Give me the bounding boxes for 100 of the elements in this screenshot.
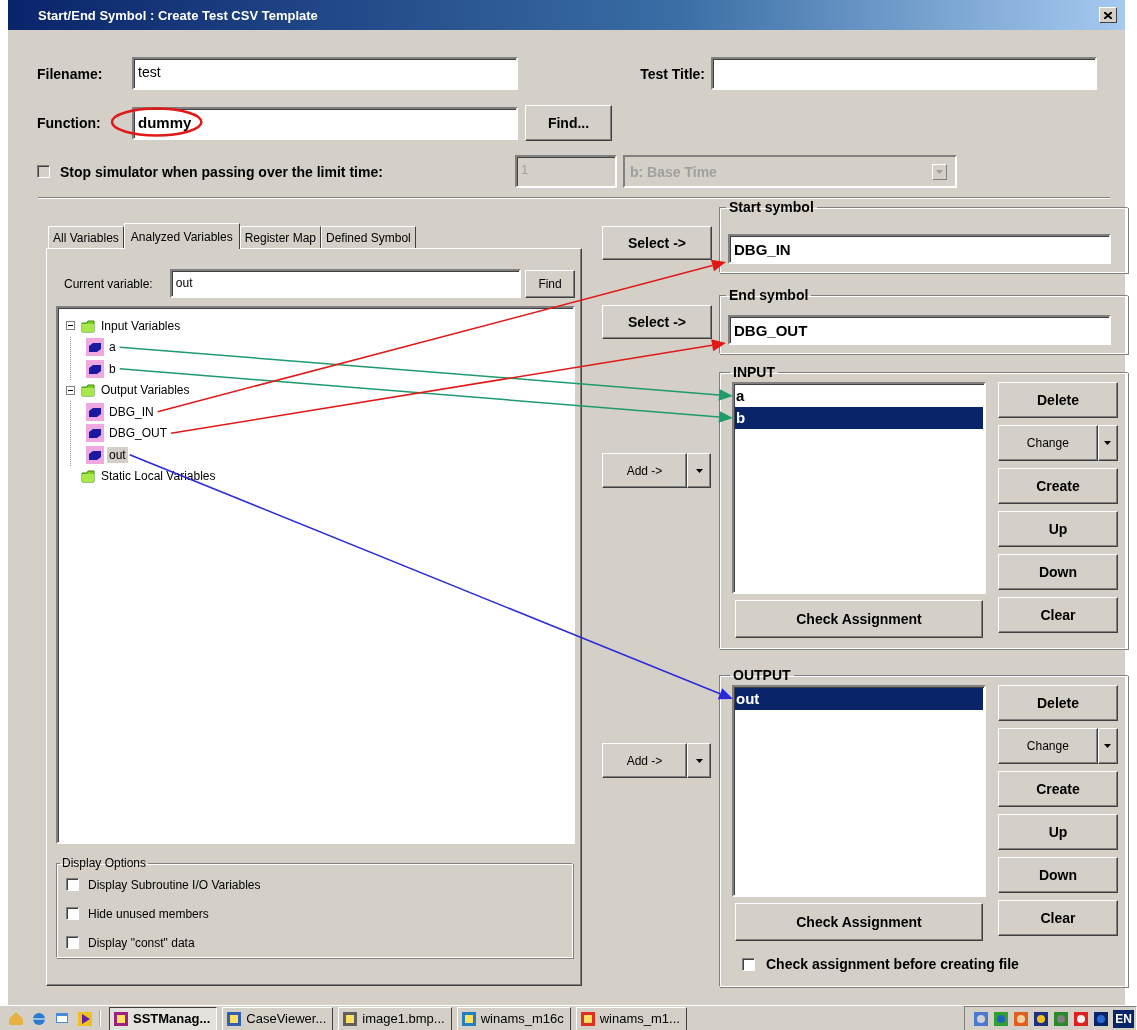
tab[interactable]: Analyzed Variables <box>123 223 240 249</box>
group-title: Start symbol <box>728 199 815 215</box>
action-button[interactable]: Delete <box>998 685 1118 721</box>
action-button[interactable]: Delete <box>998 382 1118 418</box>
tree-item[interactable]: DBG_OUT <box>107 425 169 442</box>
tray-icon <box>1013 1010 1030 1027</box>
tree-item[interactable]: Input Variables <box>99 317 183 334</box>
change-button[interactable]: Change <box>998 425 1098 461</box>
folder-icon <box>81 383 96 398</box>
symbol-field[interactable]: DBG_OUT <box>728 315 1111 345</box>
caret-icon <box>695 468 703 473</box>
dropdown-button[interactable] <box>687 453 711 488</box>
group-title: OUTPUT <box>732 667 792 683</box>
caret-icon <box>695 758 703 763</box>
play-icon[interactable] <box>77 1010 93 1027</box>
tab[interactable]: Register Map <box>239 226 322 248</box>
tray-icon <box>973 1010 990 1027</box>
list-item[interactable]: b <box>735 407 983 429</box>
clear-button[interactable]: Clear <box>998 900 1118 936</box>
collapse-toggle[interactable] <box>66 385 75 395</box>
action-button[interactable]: Down <box>998 857 1118 893</box>
function-field[interactable]: dummy <box>132 106 518 140</box>
select-button[interactable]: Select -> <box>602 226 712 260</box>
tree-item[interactable]: a <box>107 339 118 356</box>
select-button[interactable]: Select -> <box>602 305 712 339</box>
caret-icon <box>1104 441 1112 445</box>
checkbox-label: Stop simulator when passing over the limit time: <box>60 163 384 180</box>
list-item[interactable]: out <box>735 688 983 710</box>
variable-icon <box>86 338 104 357</box>
app-icon <box>113 1010 129 1027</box>
tab[interactable]: Defined Symbol <box>321 226 416 248</box>
tree-item[interactable]: DBG_IN <box>107 403 156 420</box>
folder-icon <box>81 469 96 484</box>
add-button[interactable]: Add -> <box>602 453 687 488</box>
title-field[interactable] <box>711 57 1097 90</box>
checkbox-label: Display Subroutine I/O Variables <box>88 877 261 892</box>
close-button[interactable] <box>1099 7 1117 23</box>
find-button[interactable]: Find <box>525 269 575 298</box>
check-assignment-button[interactable]: Check Assignment <box>735 903 983 941</box>
tab[interactable]: All Variables <box>48 226 124 248</box>
tree-item[interactable]: out <box>107 446 128 463</box>
checkbox-label: Check assignment before creating file <box>766 956 1019 972</box>
taskbar-button[interactable]: winams_m16c <box>456 1006 571 1030</box>
action-button[interactable]: Create <box>998 468 1118 504</box>
find-button[interactable]: Find... <box>525 105 612 141</box>
minus-icon <box>68 387 73 393</box>
tray-icon <box>1073 1010 1090 1027</box>
app-icon <box>460 1010 477 1027</box>
window-title: Start/End Symbol : Create Test CSV Template <box>38 7 318 23</box>
clear-button[interactable]: Clear <box>998 597 1118 633</box>
add-button[interactable]: Add -> <box>602 743 687 778</box>
tray-icon <box>1053 1010 1070 1027</box>
globe-icon[interactable] <box>31 1010 47 1027</box>
dropdown-button[interactable] <box>687 743 711 778</box>
tray-icon <box>993 1010 1010 1027</box>
check-assignment-button[interactable]: Check Assignment <box>735 600 983 638</box>
action-button[interactable]: Create <box>998 771 1118 807</box>
tree-item[interactable]: b <box>107 360 118 377</box>
variable-icon <box>86 402 104 421</box>
tree-item[interactable]: Output Variables <box>99 382 192 399</box>
taskbar-button[interactable]: CaseViewer... <box>222 1006 334 1030</box>
group-title: Display Options <box>61 856 148 870</box>
list-item[interactable]: a <box>735 385 983 407</box>
taskbar-button[interactable]: SSTManag... <box>109 1006 218 1030</box>
collapse-toggle[interactable] <box>66 321 75 331</box>
minus-icon <box>68 323 73 329</box>
app-icon <box>226 1010 243 1027</box>
change-button[interactable]: Change <box>998 728 1098 764</box>
language-indicator[interactable]: EN <box>1113 1009 1134 1028</box>
field-label: Function: <box>37 115 102 131</box>
tray-icon <box>1093 1010 1110 1027</box>
caret-icon <box>936 169 943 174</box>
action-button[interactable]: Down <box>998 554 1118 590</box>
action-button[interactable]: Up <box>998 814 1118 850</box>
folder-icon <box>81 318 96 333</box>
group-title: INPUT <box>732 364 776 380</box>
variable-icon <box>86 424 104 443</box>
field-label: Test Title: <box>639 65 706 82</box>
caret-icon <box>1104 744 1112 748</box>
symbol-field[interactable]: DBG_IN <box>728 234 1111 264</box>
dropdown-button[interactable] <box>1097 425 1118 461</box>
checkbox[interactable] <box>66 936 79 949</box>
close-icon <box>1104 11 1112 19</box>
checkbox[interactable] <box>66 907 79 920</box>
action-button[interactable]: Up <box>998 511 1118 547</box>
checkbox[interactable] <box>66 878 79 891</box>
checkbox-label: Display "const" data <box>88 935 195 950</box>
dropdown-button[interactable] <box>1097 728 1118 764</box>
app-icon <box>579 1010 596 1027</box>
taskbar-button[interactable]: winams_m1... <box>575 1006 687 1030</box>
checkbox[interactable] <box>742 957 755 971</box>
group-title: End symbol <box>728 287 810 303</box>
field-label: Current variable: <box>64 276 154 291</box>
filename-field[interactable]: test <box>132 57 518 90</box>
taskbar-button[interactable]: image1.bmp... <box>338 1006 452 1030</box>
tray-icon <box>1033 1010 1050 1027</box>
checkbox-label: Hide unused members <box>88 906 209 921</box>
variable-icon <box>86 359 104 378</box>
variable-icon <box>86 445 104 464</box>
current-variable-field[interactable]: out <box>169 269 522 298</box>
